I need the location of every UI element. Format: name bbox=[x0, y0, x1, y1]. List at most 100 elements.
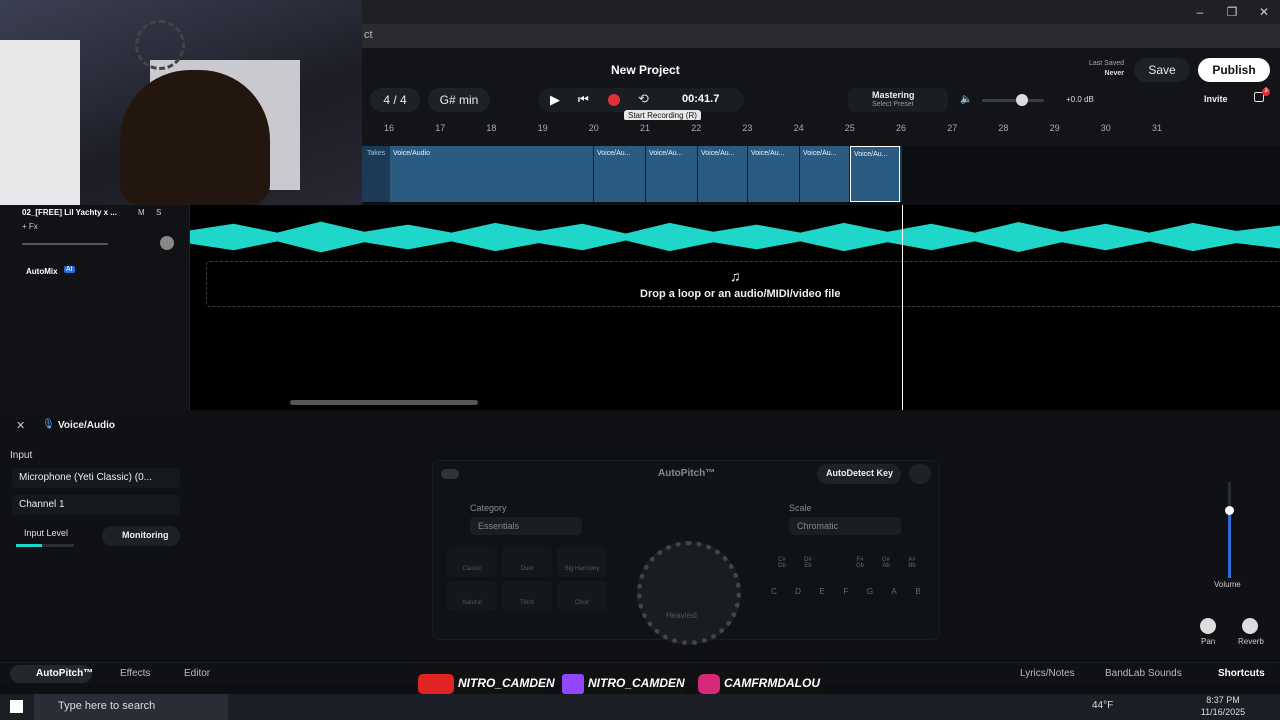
preset-duet[interactable]: Duet bbox=[502, 547, 552, 577]
record-button[interactable] bbox=[608, 94, 620, 106]
autopitch-toggle[interactable] bbox=[441, 469, 459, 479]
key-A[interactable]: A bbox=[885, 587, 903, 601]
sharp-key[interactable]: G# Ab bbox=[877, 557, 895, 571]
loop-button[interactable]: ⟲ bbox=[638, 91, 649, 107]
autodetect-key-button[interactable]: AutoDetect Key bbox=[817, 464, 901, 484]
input-level-meter bbox=[16, 544, 74, 547]
take-clip[interactable]: Voice/Au... bbox=[748, 146, 800, 202]
ruler-bar-24: 24 bbox=[793, 123, 804, 133]
take-clip[interactable]: Voice/Au... bbox=[850, 146, 900, 202]
restore-icon[interactable]: ❐ bbox=[1216, 0, 1248, 24]
youtube-icon bbox=[418, 674, 454, 694]
track-name[interactable]: 02_[FREE] Lil Yachty x ... bbox=[22, 208, 117, 217]
channel-value: Channel 1 bbox=[19, 499, 65, 510]
pan-knob[interactable] bbox=[160, 236, 174, 250]
panel-volume-thumb[interactable] bbox=[1225, 506, 1234, 515]
sharp-key[interactable]: F# Gb bbox=[851, 557, 869, 571]
instagram-handle: CAMFRMDALOU bbox=[724, 676, 820, 690]
twitch-handle: NITRO_CAMDEN bbox=[588, 676, 685, 690]
volume-knob[interactable] bbox=[1016, 94, 1028, 106]
close-icon[interactable]: ✕ bbox=[1248, 0, 1280, 24]
sharp-key[interactable]: C# Db bbox=[773, 557, 791, 571]
windows-start-icon[interactable] bbox=[10, 700, 23, 713]
horizontal-scrollbar[interactable] bbox=[290, 400, 478, 405]
input-device-value: Microphone (Yeti Classic) (0... bbox=[19, 472, 153, 483]
skip-back-button[interactable]: ⏮ bbox=[578, 92, 589, 107]
autopitch-tab[interactable]: AutoPitch™ bbox=[10, 665, 93, 683]
take-clip[interactable]: Voice/Au... bbox=[698, 146, 748, 202]
automix-label[interactable]: AutoMix bbox=[26, 267, 58, 276]
key-F[interactable]: F bbox=[837, 587, 855, 601]
clock-date: 11/16/2025 bbox=[1200, 707, 1246, 717]
sharp-key[interactable]: A# Bb bbox=[903, 557, 921, 571]
clock-time: 8:37 PM bbox=[1206, 695, 1240, 705]
editor-tab[interactable]: Editor bbox=[184, 668, 210, 679]
preset-third[interactable]: Third bbox=[502, 581, 552, 611]
scale-select[interactable]: Chromatic bbox=[789, 517, 901, 535]
sharp-key[interactable]: D# Eb bbox=[799, 557, 817, 571]
ruler-bar-21: 21 bbox=[640, 123, 651, 133]
spiderweb-decoration bbox=[135, 20, 185, 70]
take-clip[interactable]: Voice/Au... bbox=[800, 146, 850, 202]
track-volume-slider[interactable] bbox=[22, 243, 108, 245]
window-controls: – ❐ ✕ bbox=[1184, 0, 1280, 24]
drop-zone[interactable] bbox=[206, 261, 1280, 307]
category-label: Category bbox=[470, 503, 507, 513]
lyrics-notes-button[interactable]: Lyrics/Notes bbox=[1020, 668, 1075, 679]
preset-classic[interactable]: Classic bbox=[447, 547, 497, 577]
track-header-column: 02_[FREE] Lil Yachty x ... M S + Fx Auto… bbox=[0, 205, 190, 410]
playhead[interactable] bbox=[902, 205, 903, 410]
timeline-ruler[interactable]: 16 17 18 19 20 21 22 23 24 25 26 27 28 29 30 31 bbox=[362, 120, 1280, 146]
take-clip[interactable]: Voice/Au... bbox=[594, 146, 646, 202]
input-device-select[interactable]: Microphone (Yeti Classic) (0... bbox=[12, 468, 180, 488]
mastering-selector[interactable]: Mastering Select Preset bbox=[848, 88, 948, 112]
shortcuts-button[interactable]: Shortcuts bbox=[1218, 668, 1265, 679]
take-clip[interactable]: Voice/Audio bbox=[390, 146, 594, 202]
mastering-label: Mastering bbox=[872, 90, 915, 100]
key-C[interactable]: C bbox=[765, 587, 783, 601]
invite-button[interactable]: Invite bbox=[1204, 94, 1228, 104]
key-D[interactable]: D bbox=[789, 587, 807, 601]
save-button[interactable]: Save bbox=[1134, 58, 1190, 82]
master-volume-slider[interactable] bbox=[982, 99, 1044, 102]
bandlab-sounds-button[interactable]: BandLab Sounds bbox=[1105, 668, 1182, 679]
autopitch-card: AutoPitch™ AutoDetect Key Category Essen… bbox=[432, 460, 940, 645]
weather-text: 44°F bbox=[1092, 700, 1114, 711]
publish-button[interactable]: Publish bbox=[1198, 58, 1270, 82]
last-saved-value: Never bbox=[1104, 70, 1124, 77]
ruler-bar-31: 31 bbox=[1152, 123, 1163, 133]
add-fx-button[interactable]: + Fx bbox=[22, 222, 38, 231]
project-title[interactable]: New Project bbox=[611, 63, 680, 77]
preset-natural[interactable]: Natural bbox=[447, 581, 497, 611]
panel-volume-slider[interactable] bbox=[1228, 482, 1231, 578]
effects-tab[interactable]: Effects bbox=[120, 668, 150, 679]
taskbar-search[interactable]: Type here to search bbox=[34, 694, 228, 720]
key-selector[interactable]: G# min bbox=[428, 88, 490, 112]
key-G[interactable]: G bbox=[861, 587, 879, 601]
track-area[interactable]: ♫ Drop a loop or an audio/MIDI/video fil… bbox=[190, 205, 1280, 410]
monitoring-button[interactable]: Monitoring bbox=[102, 526, 180, 546]
play-button[interactable]: ▶ bbox=[550, 92, 560, 108]
settings-icon[interactable] bbox=[909, 464, 931, 484]
minimize-icon[interactable]: – bbox=[1184, 0, 1216, 24]
category-select[interactable]: Essentials bbox=[470, 517, 582, 535]
channel-select[interactable]: Channel 1 bbox=[12, 495, 180, 515]
solo-button[interactable]: S bbox=[156, 208, 161, 217]
takes-lane[interactable]: Takes Voice/Audio Voice/Au... Voice/Au... V… bbox=[362, 146, 902, 202]
mic-icon: 🎙 bbox=[42, 419, 55, 430]
pan-knob-panel[interactable] bbox=[1200, 618, 1216, 634]
preset-choir[interactable]: Choir bbox=[557, 581, 607, 611]
preset-big-harmony[interactable]: Big Harmony bbox=[557, 547, 607, 577]
key-E[interactable]: E bbox=[813, 587, 831, 601]
time-signature[interactable]: 4 / 4 bbox=[370, 88, 420, 112]
reverb-knob[interactable] bbox=[1242, 618, 1258, 634]
audio-waveform[interactable] bbox=[190, 221, 1280, 253]
key-B[interactable]: B bbox=[909, 587, 927, 601]
youtube-handle: NITRO_CAMDEN bbox=[458, 676, 555, 690]
take-clip[interactable]: Voice/Au... bbox=[646, 146, 698, 202]
mute-speaker-icon[interactable]: 🔈 bbox=[960, 94, 972, 105]
address-bar[interactable]: ct bbox=[362, 24, 1280, 48]
pitch-knob[interactable] bbox=[637, 541, 741, 645]
close-panel-icon[interactable]: ✕ bbox=[16, 419, 25, 432]
mute-button[interactable]: M bbox=[138, 208, 145, 217]
